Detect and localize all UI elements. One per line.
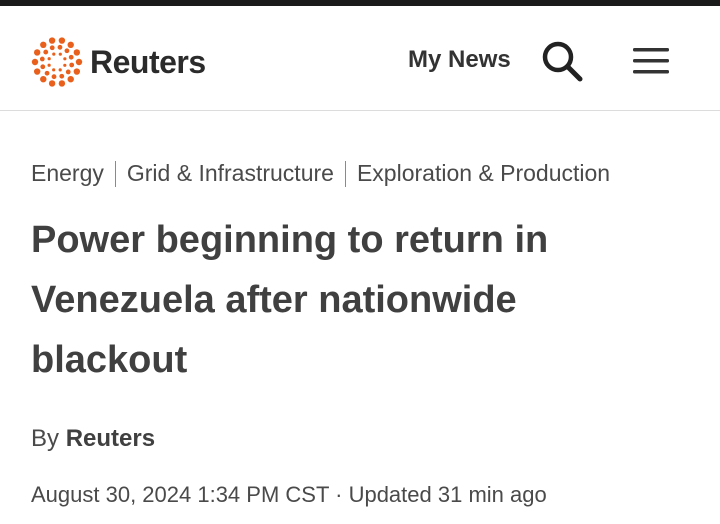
logo-dot (52, 52, 56, 56)
logo-dot (40, 76, 47, 83)
reuters-dots-logo-icon (30, 35, 84, 89)
brand-name: Reuters (90, 43, 206, 80)
category-link-grid-infrastructure[interactable]: Grid & Infrastructure (127, 160, 334, 187)
logo-dot (39, 56, 45, 62)
logo-dot (57, 44, 63, 50)
my-news-link[interactable]: My News (408, 46, 511, 74)
logo-dot (67, 76, 74, 83)
logo-dot (67, 41, 74, 48)
updated-time: Updated 31 min ago (348, 482, 547, 507)
byline: By Reuters (31, 425, 155, 453)
logo-dot (58, 80, 66, 87)
publish-date: August 30, 2024 1:34 PM CST (31, 482, 329, 507)
logo-dot (64, 48, 70, 54)
search-icon (540, 41, 584, 87)
category-divider (344, 160, 346, 187)
logo-dot (52, 68, 56, 72)
logo-dot (43, 49, 49, 55)
author-link[interactable]: Reuters (66, 425, 155, 452)
logo-dot (58, 68, 62, 72)
logo-dot (65, 69, 71, 75)
logo-dot (59, 73, 65, 79)
logo-dot (58, 37, 66, 44)
search-button[interactable] (540, 39, 584, 83)
article-headline: Power beginning to return in Venezuela a… (31, 219, 549, 381)
logo-dot (33, 68, 41, 75)
dateline: August 30, 2024 1:34 PM CST · Updated 31… (31, 482, 547, 508)
logo-dot (63, 57, 67, 61)
logo-dot (44, 70, 50, 76)
category-divider (114, 160, 116, 187)
logo-dot (75, 58, 83, 66)
reuters-logo[interactable]: Reuters (30, 36, 206, 88)
logo-dot (47, 63, 51, 67)
logo-dot (48, 37, 56, 44)
logo-dot (40, 64, 46, 70)
site-header: Reuters My News (0, 6, 720, 111)
logo-dot (68, 54, 74, 60)
logo-dot (51, 74, 57, 80)
logo-dot (58, 52, 62, 56)
logo-dot (69, 62, 75, 68)
dateline-separator: · (335, 482, 343, 507)
logo-dot (73, 68, 81, 75)
logo-dot (63, 63, 67, 67)
logo-dot (40, 41, 47, 48)
category-link-exploration-production[interactable]: Exploration & Production (357, 160, 610, 187)
menu-button[interactable] (630, 43, 672, 79)
category-link-energy[interactable]: Energy (31, 160, 104, 187)
logo-dot (47, 57, 51, 61)
logo-dot (73, 49, 81, 56)
hamburger-menu-icon (630, 48, 672, 83)
byline-prefix: By (31, 425, 60, 452)
logo-dot (33, 49, 41, 56)
logo-dot (48, 80, 56, 87)
logo-dot (31, 58, 39, 66)
logo-dot (49, 45, 55, 51)
category-breadcrumb: Energy Grid & Infrastructure Exploration… (31, 160, 610, 187)
